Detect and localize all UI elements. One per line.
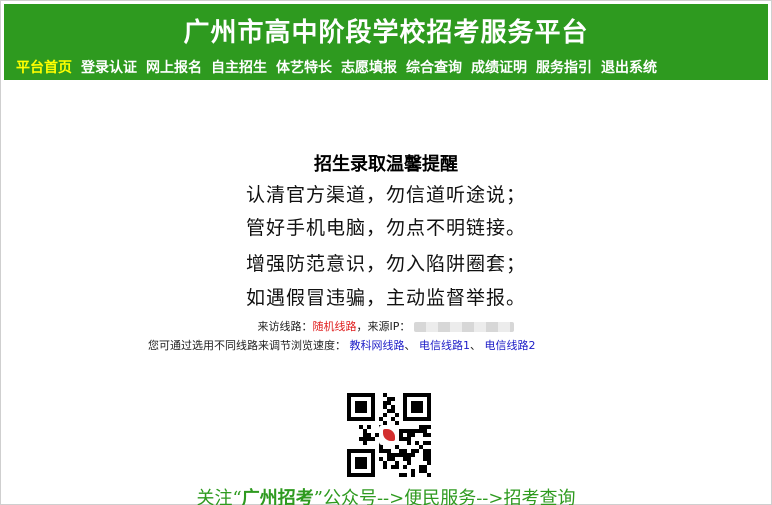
masked-ip: [414, 322, 515, 332]
nav-item-login[interactable]: 登录认证: [81, 57, 137, 77]
wechat-qr-code: [347, 393, 431, 477]
nav-item-application[interactable]: 志愿填报: [341, 57, 397, 77]
site-header: 广州市高中阶段学校招考服务平台 平台首页 登录认证 网上报名 自主招生 体艺特长…: [4, 4, 768, 80]
speed-prefix: 您可通过选用不同线路来调节浏览速度：: [148, 339, 346, 352]
notice-line: 管好手机电脑，勿点不明链接。: [245, 217, 526, 239]
follow-instruction: 关注“广州招考”公众号-->便民服务-->招考查询: [0, 484, 772, 505]
notice-title: 招生录取温馨提醒: [314, 154, 458, 175]
route-link-edu[interactable]: 教科网线路: [350, 339, 405, 352]
nav-item-logout[interactable]: 退出系统: [601, 57, 657, 77]
follow-suffix: ”公众号-->便民服务-->招考查询: [313, 488, 576, 505]
main-nav: 平台首页 登录认证 网上报名 自主招生 体艺特长 志愿填报 综合查询 成绩证明 …: [16, 56, 657, 78]
route-value: 随机线路: [312, 320, 357, 333]
nav-item-arts-sports[interactable]: 体艺特长: [276, 57, 332, 77]
speed-selector: 您可通过选用不同线路来调节浏览速度： 教科网线路、 电信线路1、 电信线路2: [148, 337, 748, 353]
route-link-telecom-2[interactable]: 电信线路2: [485, 339, 536, 352]
nav-item-certificate[interactable]: 成绩证明: [471, 57, 527, 77]
link-separator: 、: [470, 339, 481, 352]
route-link-telecom-1[interactable]: 电信线路1: [419, 339, 470, 352]
nav-item-independent-enrollment[interactable]: 自主招生: [211, 57, 267, 77]
nav-item-online-registration[interactable]: 网上报名: [146, 57, 202, 77]
notice-line: 增强防范意识，勿入陷阱圈套；: [245, 253, 526, 275]
nav-item-guide[interactable]: 服务指引: [536, 57, 592, 77]
qr-logo-icon: [379, 425, 399, 445]
nav-item-home[interactable]: 平台首页: [16, 57, 72, 77]
route-prefix: 来访线路：: [257, 320, 313, 333]
route-info: 来访线路：随机线路，来源IP：: [0, 318, 772, 334]
link-separator: 、: [404, 339, 416, 352]
notice-line: 认清官方渠道，勿信道听途说；: [245, 184, 526, 206]
notice-line: 如遇假冒违骗，主动监督举报。: [245, 287, 526, 309]
follow-prefix: 关注“: [196, 488, 242, 505]
site-title: 广州市高中阶段学校招考服务平台: [183, 18, 589, 48]
source-ip-label: ，来源IP：: [356, 320, 411, 333]
nav-item-query[interactable]: 综合查询: [406, 57, 462, 77]
follow-account-name: 广州招考: [241, 488, 314, 505]
